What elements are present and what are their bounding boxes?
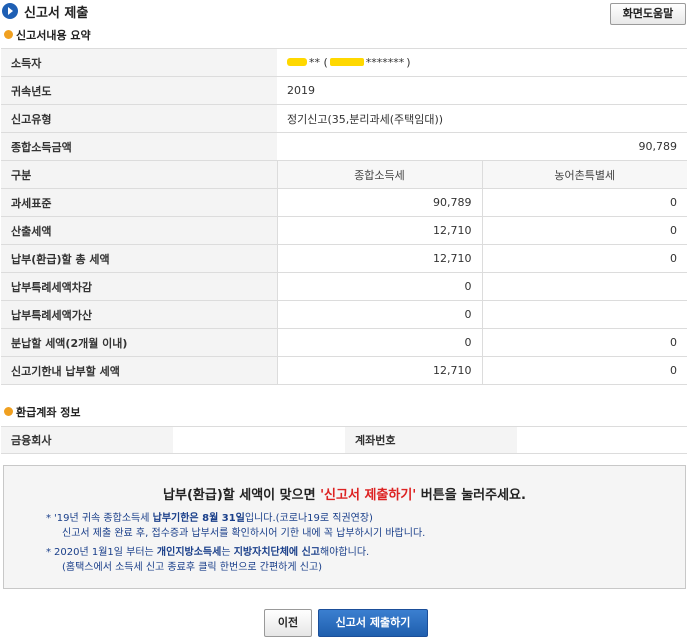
bank-label: 금융회사 (1, 426, 173, 454)
notice-b2-local-gov: 지방자치단체에 신고 (233, 547, 321, 558)
account-number-label: 계좌번호 (345, 426, 517, 454)
row-value: 2019 (277, 76, 687, 105)
rural-tax-value: 0 (481, 216, 687, 245)
table-row: 신고유형 정기신고(35,분리과세(주택임대)) (1, 104, 687, 133)
row-label: 과세표준 (1, 188, 277, 217)
masked-name-blob (287, 58, 307, 67)
income-tax-value: 0 (276, 300, 482, 329)
bullet-star-icon: * (46, 547, 51, 558)
income-tax-value: 90,789 (276, 188, 482, 217)
income-tax-value: 12,710 (276, 244, 482, 273)
taxpayer-name-suffix: ** ( (309, 55, 328, 69)
notice-b1-deadline: 납부기한은 8월 31일 (152, 513, 245, 524)
account-number-value (517, 426, 687, 454)
section-bullet-icon (4, 30, 13, 39)
notice-b2-text-a: 2020년 1월1일 부터는 (54, 547, 157, 558)
table-row: 귀속년도 2019 (1, 76, 687, 105)
notice-b1-text-a: '19년 귀속 종합소득세 (54, 513, 153, 524)
table-row: 분납할 세액(2개월 이내) 0 0 (1, 328, 687, 357)
row-label: 신고유형 (1, 104, 277, 133)
submit-return-button[interactable]: 신고서 제출하기 (318, 609, 428, 637)
table-header-row: 구분 종합소득세 농어촌특별세 (1, 160, 687, 189)
notice-bullet-1: * '19년 귀속 종합소득세 납부기한은 8월 31일입니다.(코로나19로 … (46, 511, 426, 541)
table-row: 납부특례세액차감 0 (1, 272, 687, 301)
title-bar: 신고서 제출 화면도움말 (0, 0, 688, 26)
notice-main-highlight: '신고서 제출하기' (320, 488, 417, 503)
refund-account-table: 금융회사 계좌번호 (1, 426, 687, 454)
notice-box: 납부(환급)할 세액이 맞으면 '신고서 제출하기' 버튼을 눌러주세요. * … (3, 465, 686, 589)
table-row: 과세표준 90,789 0 (1, 188, 687, 217)
notice-main-text: 납부(환급)할 세액이 맞으면 '신고서 제출하기' 버튼을 눌러주세요. (4, 484, 685, 503)
income-tax-value: 0 (276, 272, 482, 301)
row-label: 종합소득금액 (1, 132, 277, 161)
notice-b2-text-e: 해야합니다. (320, 547, 370, 558)
column-header-label: 구분 (1, 160, 277, 189)
rural-tax-value (481, 272, 687, 301)
notice-bullet-2: * 2020년 1월1일 부터는 개인지방소득세는 지방자치단체에 신고해야합니… (46, 545, 370, 575)
notice-b2-line2: (홈택스에서 소득세 신고 종료후 클릭 한번으로 간편하게 신고) (62, 562, 323, 573)
notice-b1-line2: 신고서 제출 완료 후, 접수증과 납부서를 확인하시어 기한 내에 꼭 납부하… (62, 528, 426, 539)
summary-section-header: 신고서내용 요약 (0, 27, 300, 43)
notice-main-prefix: 납부(환급)할 세액이 맞으면 (163, 488, 321, 503)
help-button[interactable]: 화면도움말 (610, 3, 686, 25)
table-row: 신고기한내 납부할 세액 12,710 0 (1, 356, 687, 385)
column-header-income-tax: 종합소득세 (276, 160, 482, 189)
notice-main-suffix: 버튼을 눌러주세요. (416, 488, 526, 503)
row-label: 납부(환급)할 총 세액 (1, 244, 277, 273)
notice-b2-text-c: 는 (221, 547, 234, 558)
prev-button[interactable]: 이전 (264, 609, 312, 637)
table-row: 금융회사 계좌번호 (1, 426, 687, 454)
rural-tax-value (481, 300, 687, 329)
refund-section-header: 환급계좌 정보 (0, 404, 300, 420)
table-row: 납부특례세액가산 0 (1, 300, 687, 329)
rural-tax-value: 0 (481, 328, 687, 357)
column-header-rural-tax: 농어촌특별세 (481, 160, 687, 189)
notice-b2-local-tax: 개인지방소득세 (156, 547, 222, 558)
page-title: 신고서 제출 (24, 6, 89, 21)
row-label: 소득자 (1, 48, 277, 77)
title-arrow-icon (2, 3, 18, 19)
income-tax-value: 0 (276, 328, 482, 357)
row-value: 정기신고(35,분리과세(주택임대)) (277, 104, 687, 133)
rural-tax-value: 0 (481, 188, 687, 217)
row-label: 납부특례세액가산 (1, 300, 277, 329)
taxpayer-id-masked: ******* (365, 55, 405, 69)
masked-id-blob (329, 58, 364, 67)
rural-tax-value: 0 (481, 244, 687, 273)
refund-section-title: 환급계좌 정보 (16, 406, 81, 419)
row-label: 납부특례세액차감 (1, 272, 277, 301)
income-tax-value: 12,710 (276, 356, 482, 385)
taxpayer-close: ) (406, 55, 411, 69)
summary-section-title: 신고서내용 요약 (16, 29, 91, 42)
row-label: 신고기한내 납부할 세액 (1, 356, 277, 385)
row-label: 귀속년도 (1, 76, 277, 105)
row-label: 분납할 세액(2개월 이내) (1, 328, 277, 357)
income-tax-value: 12,710 (276, 216, 482, 245)
taxpayer-value: ** ( ******* ) (277, 48, 687, 77)
rural-tax-value: 0 (481, 356, 687, 385)
table-row: 소득자 ** ( ******* ) (1, 48, 687, 77)
bullet-star-icon: * (46, 513, 51, 524)
table-row: 납부(환급)할 총 세액 12,710 0 (1, 244, 687, 273)
section-bullet-icon (4, 407, 13, 416)
table-row: 종합소득금액 90,789 (1, 132, 687, 161)
bank-value (173, 426, 345, 454)
table-row: 산출세액 12,710 0 (1, 216, 687, 245)
notice-b1-text-c: 입니다.(코로나19로 직권연장) (244, 513, 373, 524)
row-label: 산출세액 (1, 216, 277, 245)
row-value: 90,789 (277, 132, 687, 161)
summary-table: 소득자 ** ( ******* ) 귀속년도 2019 신고유형 정기신고(3… (1, 48, 687, 385)
